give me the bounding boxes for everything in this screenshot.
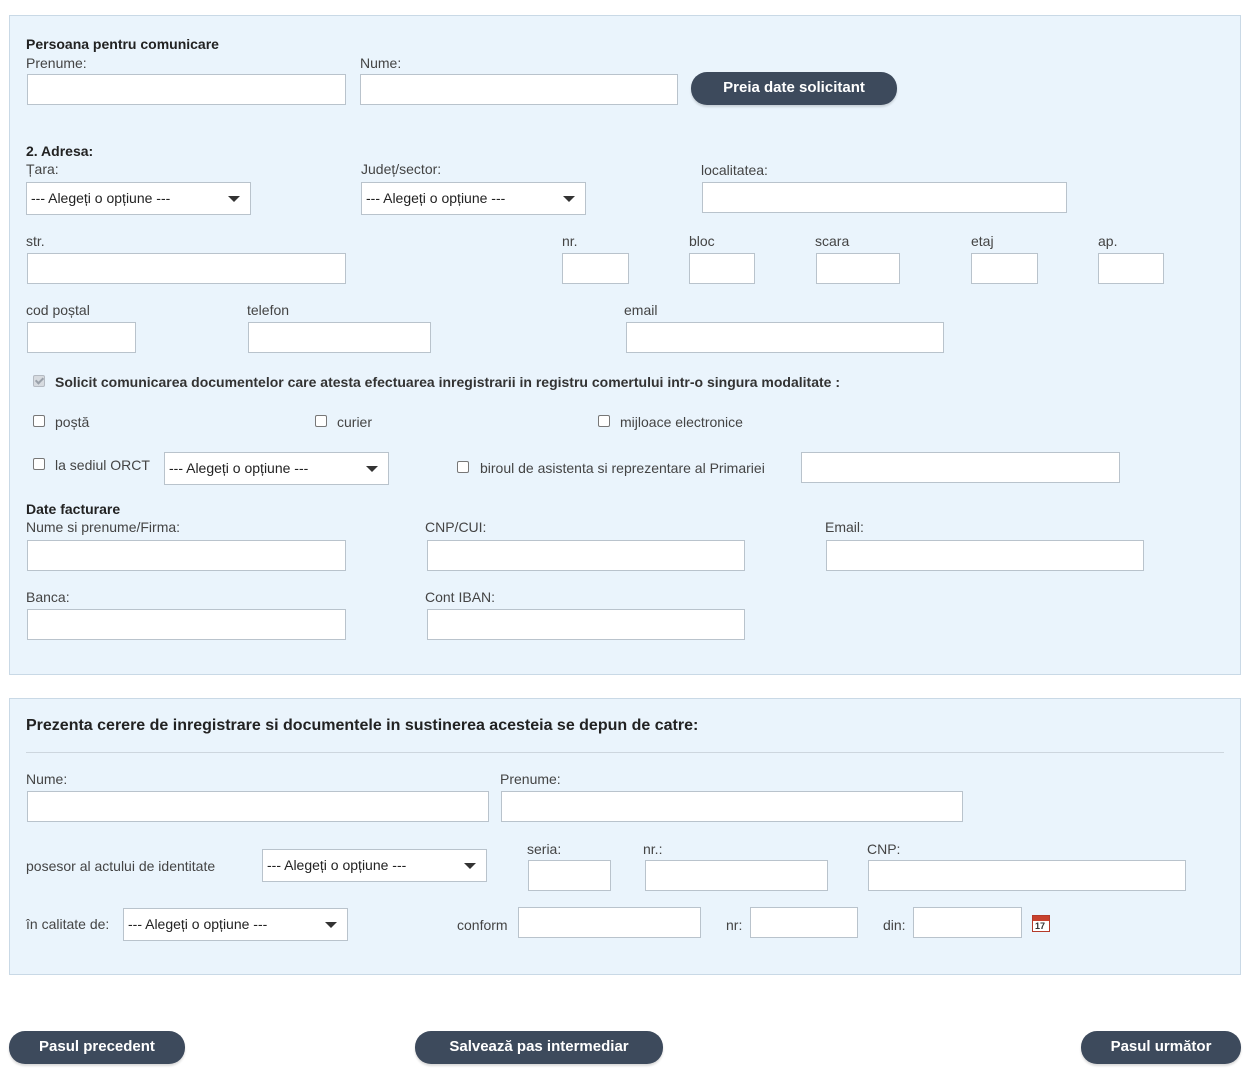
conform-label: conform bbox=[457, 917, 508, 933]
sediu-orct-select[interactable]: --- Alegeți o opțiune --- bbox=[164, 452, 389, 485]
scara-input[interactable] bbox=[816, 253, 900, 284]
chevron-down-icon bbox=[464, 863, 476, 869]
tara-select-value: --- Alegeți o opțiune --- bbox=[31, 190, 171, 206]
electronice-label: mijloace electronice bbox=[620, 414, 743, 430]
chevron-down-icon bbox=[563, 196, 575, 202]
scara-label: scara bbox=[815, 233, 850, 249]
preia-date-solicitant-button[interactable]: Preia date solicitant bbox=[691, 72, 897, 105]
din-date-input[interactable] bbox=[913, 907, 1022, 938]
billing-banca-input[interactable] bbox=[27, 609, 346, 640]
conform-input[interactable] bbox=[518, 907, 701, 938]
posta-label: poștă bbox=[55, 414, 90, 430]
conform-nr-input[interactable] bbox=[750, 907, 858, 938]
sediu-orct-label: la sediul ORCT bbox=[55, 457, 150, 473]
submitter-nr-label: nr.: bbox=[643, 841, 663, 857]
seria-input[interactable] bbox=[528, 860, 611, 891]
billing-nume-label: Nume si prenume/Firma: bbox=[26, 519, 181, 535]
birou-label: biroul de asistenta si reprezentare al P… bbox=[480, 460, 765, 476]
billing-email-label: Email: bbox=[825, 519, 864, 535]
chevron-down-icon bbox=[228, 196, 240, 202]
judet-label: Județ/sector: bbox=[361, 161, 442, 177]
contact-address-panel bbox=[9, 15, 1241, 675]
save-intermediate-button[interactable]: Salvează pas intermediar bbox=[415, 1031, 663, 1064]
chevron-down-icon bbox=[366, 466, 378, 472]
nr-label: nr. bbox=[562, 233, 578, 249]
contact-prenume-label: Prenume: bbox=[26, 55, 87, 71]
billing-banca-label: Banca: bbox=[26, 589, 70, 605]
bloc-label: bloc bbox=[689, 233, 715, 249]
submitter-divider bbox=[26, 752, 1224, 753]
str-input[interactable] bbox=[27, 253, 346, 284]
din-label: din: bbox=[883, 917, 906, 933]
submitter-cnp-label: CNP: bbox=[867, 841, 901, 857]
etaj-label: etaj bbox=[971, 233, 994, 249]
nr-input[interactable] bbox=[562, 253, 629, 284]
curier-label: curier bbox=[337, 414, 373, 430]
prev-step-button[interactable]: Pasul precedent bbox=[9, 1031, 185, 1064]
contact-nume-input[interactable] bbox=[360, 74, 678, 105]
address-section-title: 2. Adresa: bbox=[26, 143, 94, 159]
str-label: str. bbox=[26, 233, 45, 249]
posta-checkbox[interactable] bbox=[33, 415, 45, 427]
comunicare-label: Solicit comunicarea documentelor care at… bbox=[55, 374, 840, 390]
cod-postal-label: cod poștal bbox=[26, 302, 90, 318]
submitter-nume-input[interactable] bbox=[27, 791, 489, 822]
calitate-select-value: --- Alegeți o opțiune --- bbox=[128, 916, 268, 932]
billing-email-input[interactable] bbox=[826, 540, 1144, 571]
contact-section-title: Persoana pentru comunicare bbox=[26, 36, 219, 52]
ap-label: ap. bbox=[1098, 233, 1118, 249]
sediu-orct-checkbox[interactable] bbox=[33, 458, 45, 470]
posesor-label: posesor al actului de identitate bbox=[26, 858, 216, 874]
judet-select-value: --- Alegeți o opțiune --- bbox=[366, 190, 506, 206]
sediu-orct-select-value: --- Alegeți o opțiune --- bbox=[169, 460, 309, 476]
next-step-button[interactable]: Pasul următor bbox=[1081, 1031, 1241, 1064]
comunicare-checkbox[interactable] bbox=[33, 375, 45, 387]
telefon-label: telefon bbox=[247, 302, 290, 318]
submitter-nume-label: Nume: bbox=[26, 771, 68, 787]
email-label: email bbox=[624, 302, 658, 318]
billing-cnp-label: CNP/CUI: bbox=[425, 519, 487, 535]
seria-label: seria: bbox=[527, 841, 562, 857]
contact-prenume-input[interactable] bbox=[27, 74, 346, 105]
telefon-input[interactable] bbox=[248, 322, 431, 353]
submitter-title: Prezenta cerere de inregistrare si docum… bbox=[26, 717, 699, 734]
email-input[interactable] bbox=[626, 322, 944, 353]
bloc-input[interactable] bbox=[689, 253, 755, 284]
submitter-cnp-input[interactable] bbox=[868, 860, 1186, 891]
calitate-select[interactable]: --- Alegeți o opțiune --- bbox=[123, 908, 348, 941]
ap-input[interactable] bbox=[1098, 253, 1164, 284]
act-identitate-select[interactable]: --- Alegeți o opțiune --- bbox=[262, 849, 487, 882]
contact-nume-label: Nume: bbox=[360, 55, 402, 71]
conform-nr-label: nr: bbox=[726, 917, 743, 933]
electronice-checkbox[interactable] bbox=[598, 415, 610, 427]
calitate-label: în calitate de: bbox=[26, 916, 110, 932]
billing-section-title: Date facturare bbox=[26, 501, 121, 517]
billing-cnp-input[interactable] bbox=[427, 540, 745, 571]
judet-select[interactable]: --- Alegeți o opțiune --- bbox=[361, 182, 586, 215]
curier-checkbox[interactable] bbox=[315, 415, 327, 427]
calendar-icon[interactable]: 17 bbox=[1032, 915, 1050, 932]
cod-postal-input[interactable] bbox=[27, 322, 136, 353]
chevron-down-icon bbox=[325, 922, 337, 928]
birou-input[interactable] bbox=[801, 452, 1120, 483]
birou-checkbox[interactable] bbox=[457, 461, 469, 473]
submitter-prenume-label: Prenume: bbox=[500, 771, 561, 787]
act-identitate-select-value: --- Alegeți o opțiune --- bbox=[267, 857, 407, 873]
tara-select[interactable]: --- Alegeți o opțiune --- bbox=[26, 182, 251, 215]
submitter-nr-input[interactable] bbox=[645, 860, 828, 891]
billing-iban-label: Cont IBAN: bbox=[425, 589, 496, 605]
calendar-icon-day: 17 bbox=[1035, 921, 1046, 931]
billing-nume-input[interactable] bbox=[27, 540, 346, 571]
submitter-prenume-input[interactable] bbox=[501, 791, 963, 822]
tara-label: Țara: bbox=[26, 161, 59, 177]
billing-iban-input[interactable] bbox=[427, 609, 745, 640]
localitate-label: localitatea: bbox=[701, 162, 768, 178]
localitate-input[interactable] bbox=[702, 182, 1067, 213]
etaj-input[interactable] bbox=[971, 253, 1038, 284]
